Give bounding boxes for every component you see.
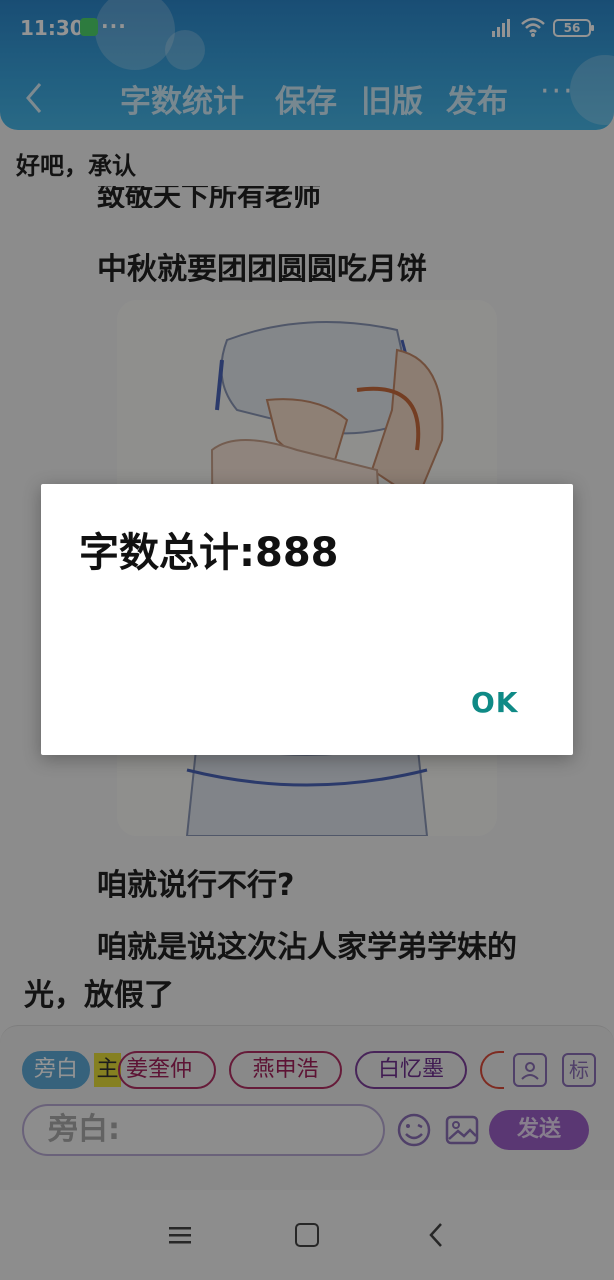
word-count-dialog: 字数总计:888 OK [41,484,573,755]
ok-button[interactable]: OK [471,686,519,719]
dialog-message: 字数总计:888 [79,530,339,576]
